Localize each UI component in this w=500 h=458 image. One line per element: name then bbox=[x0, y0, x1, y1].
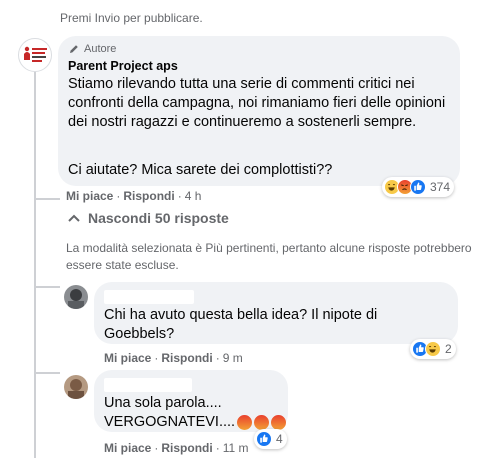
user-photo bbox=[64, 375, 88, 399]
angry-emoji-icon bbox=[237, 415, 253, 430]
author-badge-label: Autore bbox=[84, 43, 117, 55]
reply-avatar[interactable] bbox=[64, 285, 88, 309]
reactions-summary[interactable]: 4 bbox=[254, 429, 287, 449]
reply-text: VERGOGNATEVI.... bbox=[104, 414, 236, 430]
like-button[interactable]: Mi piace bbox=[104, 351, 151, 365]
angry-emoji-icon bbox=[271, 415, 287, 430]
reply-bubble: Chi ha avuto questa bella idea? Il nipot… bbox=[94, 282, 458, 344]
comment-paragraph: Stiamo rilevando tutta una serie di comm… bbox=[68, 76, 446, 130]
relevance-note: La modalità selezionata è Più pertinenti… bbox=[66, 241, 472, 272]
author-badge: Autore bbox=[68, 43, 116, 55]
comment-timestamp[interactable]: 4 h bbox=[185, 189, 202, 203]
reply-button[interactable]: Rispondi bbox=[161, 351, 212, 365]
page-avatar[interactable] bbox=[18, 38, 52, 72]
reply-actions: Mi piace · Rispondi · 11 m bbox=[104, 441, 249, 455]
like-button[interactable]: Mi piace bbox=[104, 441, 151, 455]
hide-replies-button[interactable]: Nascondi 50 risposte bbox=[68, 210, 229, 226]
like-icon bbox=[410, 179, 426, 195]
thread-connector-branch bbox=[34, 372, 60, 374]
like-button[interactable]: Mi piace bbox=[66, 189, 113, 203]
reply-actions: Mi piace · Rispondi · 9 m bbox=[104, 351, 243, 365]
angry-emoji-icon bbox=[254, 415, 270, 430]
reply-bubble: Una sola parola.... VERGOGNATEVI.... bbox=[94, 370, 288, 432]
reaction-count: 374 bbox=[430, 180, 451, 194]
user-photo bbox=[64, 285, 88, 309]
reactions-summary[interactable]: 2 bbox=[410, 339, 456, 359]
comment-actions: Mi piace · Rispondi · 4 h bbox=[66, 189, 202, 203]
reply-button[interactable]: Rispondi bbox=[123, 189, 174, 203]
reply-timestamp[interactable]: 9 m bbox=[223, 351, 243, 365]
chevron-up-icon bbox=[68, 214, 80, 222]
reply-text-line: Una sola parola.... bbox=[104, 395, 222, 411]
reply-author-redacted bbox=[104, 290, 194, 304]
reaction-count: 2 bbox=[445, 342, 452, 356]
parent-project-logo bbox=[20, 40, 50, 70]
reply-author-redacted bbox=[104, 378, 192, 392]
like-icon bbox=[256, 431, 272, 447]
comment-author[interactable]: Parent Project aps bbox=[68, 59, 178, 73]
thread-connector-branch bbox=[34, 198, 60, 200]
reactions-summary[interactable]: 374 bbox=[382, 177, 455, 197]
haha-icon bbox=[425, 341, 441, 357]
reply-text: Chi ha avuto questa bella idea? Il nipot… bbox=[104, 307, 378, 342]
reply-button[interactable]: Rispondi bbox=[161, 441, 212, 455]
reply-avatar[interactable] bbox=[64, 375, 88, 399]
thread-connector-branch bbox=[34, 286, 60, 288]
pencil-icon bbox=[70, 45, 78, 53]
hide-replies-label: Nascondi 50 risposte bbox=[88, 210, 229, 226]
reaction-count: 4 bbox=[276, 432, 283, 446]
composer-hint: Premi Invio per pubblicare. bbox=[60, 11, 203, 25]
thread-connector bbox=[34, 72, 36, 458]
reply-timestamp[interactable]: 11 m bbox=[223, 441, 249, 455]
comment-bubble: Autore Parent Project aps Stiamo rilevan… bbox=[58, 36, 460, 186]
